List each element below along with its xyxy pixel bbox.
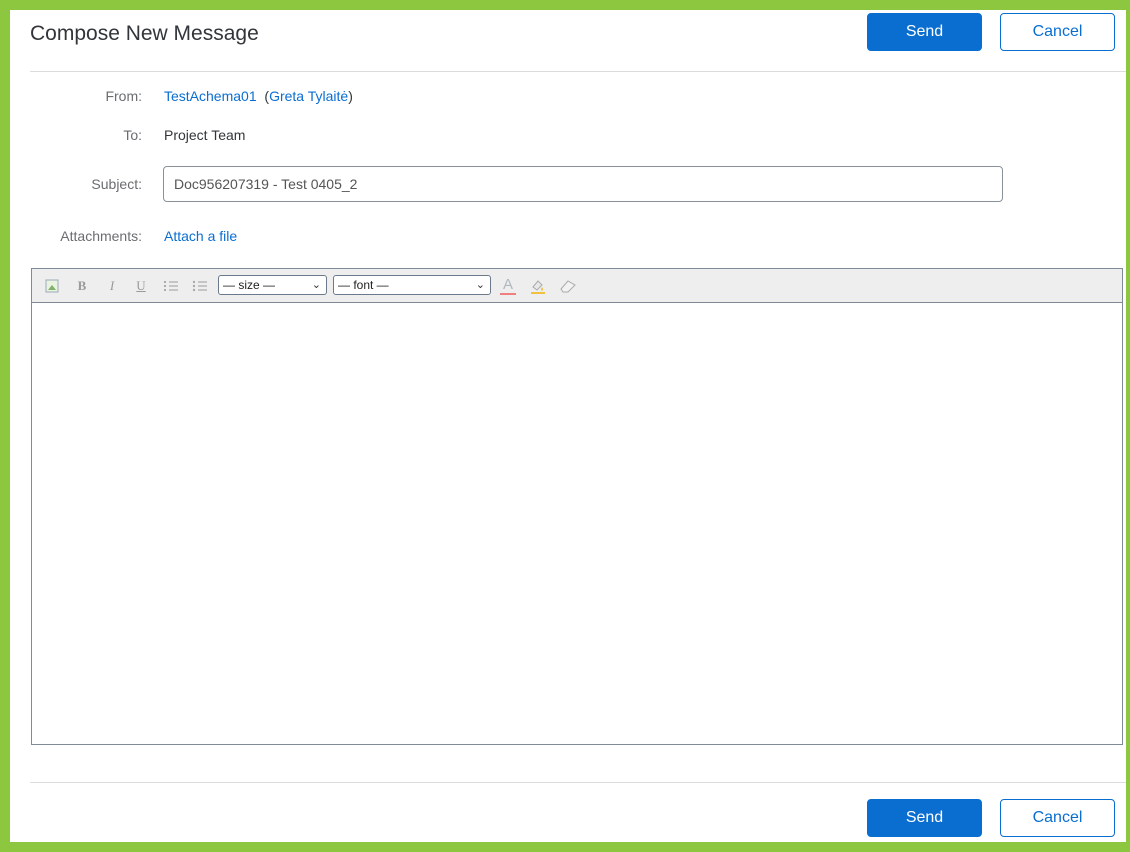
italic-button[interactable]: I (105, 277, 119, 295)
font-size-select-value: — size — (223, 278, 276, 292)
cancel-button-top[interactable]: Cancel (1000, 13, 1115, 51)
chevron-down-icon: ⌄ (311, 279, 321, 291)
highlight-color-icon[interactable] (529, 277, 547, 295)
chevron-down-icon: ⌄ (475, 279, 485, 291)
from-label: From: (105, 88, 142, 104)
from-name-close: ) (348, 88, 353, 104)
compose-dialog: Compose New Message Send Cancel From: Te… (10, 10, 1126, 842)
footer-divider (30, 782, 1126, 783)
rich-text-editor: B I U — size — ⌄ — font — ⌄ A (31, 268, 1123, 745)
bold-button[interactable]: B (75, 277, 89, 295)
font-family-select-value: — font — (338, 278, 389, 292)
to-value: Project Team (164, 127, 246, 143)
send-button-bottom[interactable]: Send (867, 799, 982, 837)
editor-toolbar: B I U — size — ⌄ — font — ⌄ A (32, 269, 1122, 303)
from-value: TestAchema01 (Greta Tylaitė) (164, 88, 353, 104)
attachments-label: Attachments: (60, 228, 142, 244)
font-size-select[interactable]: — size — ⌄ (218, 275, 327, 295)
to-label: To: (123, 127, 142, 143)
from-name-link[interactable]: Greta Tylaitė (269, 88, 348, 104)
header-divider (30, 71, 1126, 72)
font-family-select[interactable]: — font — ⌄ (333, 275, 491, 295)
send-button-top[interactable]: Send (867, 13, 982, 51)
insert-image-icon[interactable] (44, 277, 60, 295)
bulleted-list-icon[interactable] (192, 277, 208, 295)
attach-file-link[interactable]: Attach a file (164, 228, 237, 244)
cancel-button-bottom[interactable]: Cancel (1000, 799, 1115, 837)
subject-input[interactable] (163, 166, 1003, 202)
font-color-icon[interactable]: A (500, 277, 516, 295)
subject-label: Subject: (91, 176, 142, 192)
from-user-link[interactable]: TestAchema01 (164, 88, 257, 104)
numbered-list-icon[interactable] (163, 277, 179, 295)
page-title: Compose New Message (30, 22, 259, 45)
underline-button[interactable]: U (134, 277, 148, 295)
eraser-icon[interactable] (559, 277, 577, 295)
message-body[interactable] (32, 303, 1122, 744)
